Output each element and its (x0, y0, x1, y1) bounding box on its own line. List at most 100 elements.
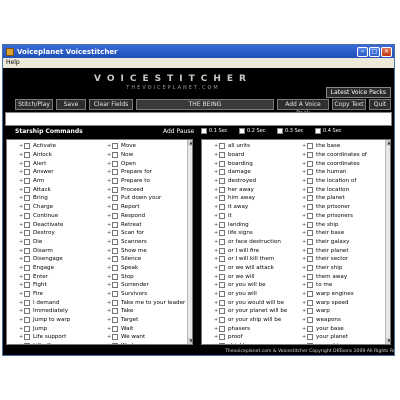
list-item[interactable]: + Put down your (107, 194, 185, 203)
item-checkbox[interactable] (219, 212, 225, 219)
pause-option[interactable]: 0.1 Sec (201, 128, 228, 134)
item-checkbox[interactable] (24, 152, 30, 159)
item-checkbox[interactable] (24, 273, 30, 280)
expand-icon[interactable]: + (302, 230, 306, 236)
item-checkbox[interactable] (307, 343, 313, 344)
list-item[interactable]: + Fire (19, 290, 70, 299)
list-item[interactable]: + Take (107, 307, 185, 316)
expand-icon[interactable]: + (214, 239, 218, 245)
expand-icon[interactable]: + (19, 308, 23, 314)
list-item[interactable]: + your ship (302, 342, 367, 344)
expand-icon[interactable]: + (214, 248, 218, 254)
list-item[interactable]: + to me (302, 281, 367, 290)
right-scrollbar[interactable]: ▲ ▼ (385, 140, 390, 344)
item-checkbox[interactable] (112, 212, 118, 219)
item-checkbox[interactable] (307, 238, 313, 245)
list-item[interactable]: + Show me (107, 246, 185, 255)
list-item[interactable]: + the coordinates of (302, 151, 367, 160)
item-checkbox[interactable] (307, 282, 313, 289)
expand-icon[interactable]: + (107, 291, 111, 297)
expand-icon[interactable]: + (19, 334, 23, 340)
expand-icon[interactable]: + (107, 248, 111, 254)
item-checkbox[interactable] (219, 299, 225, 306)
expand-icon[interactable]: + (107, 265, 111, 271)
item-checkbox[interactable] (112, 160, 118, 167)
expand-icon[interactable]: + (107, 326, 111, 332)
item-checkbox[interactable] (24, 343, 30, 344)
list-item[interactable]: + Disarm (19, 246, 70, 255)
item-checkbox[interactable] (219, 256, 225, 263)
item-checkbox[interactable] (307, 186, 313, 193)
item-checkbox[interactable] (24, 247, 30, 254)
list-item[interactable]: + I demand (19, 298, 70, 307)
expand-icon[interactable]: + (107, 317, 111, 323)
item-checkbox[interactable] (112, 238, 118, 245)
expand-icon[interactable]: + (302, 326, 306, 332)
expand-icon[interactable]: + (107, 334, 111, 340)
list-item[interactable]: + Deactivate (19, 220, 70, 229)
expand-icon[interactable]: + (107, 239, 111, 245)
item-checkbox[interactable] (24, 160, 30, 167)
list-item[interactable]: + the coordinates (302, 159, 367, 168)
item-checkbox[interactable] (307, 212, 313, 219)
expand-icon[interactable]: + (107, 343, 111, 344)
expand-icon[interactable]: + (19, 169, 23, 175)
voice-pack-field[interactable]: THE BEING (136, 99, 274, 110)
list-item[interactable]: + damage (214, 168, 287, 177)
item-checkbox[interactable] (307, 317, 313, 324)
item-checkbox[interactable] (24, 212, 30, 219)
expand-icon[interactable]: + (302, 317, 306, 323)
expand-icon[interactable]: + (214, 343, 218, 344)
item-checkbox[interactable] (24, 308, 30, 315)
item-checkbox[interactable] (307, 230, 313, 237)
pause-option[interactable]: 0.3 Sec (277, 128, 304, 134)
item-checkbox[interactable] (307, 247, 313, 254)
expand-icon[interactable]: + (302, 187, 306, 193)
expand-icon[interactable]: + (19, 143, 23, 149)
expand-icon[interactable]: + (214, 204, 218, 210)
copy-text-button[interactable]: Copy Text (332, 99, 366, 110)
item-checkbox[interactable] (24, 230, 30, 237)
list-item[interactable]: + weapons (302, 316, 367, 325)
list-item[interactable]: + Silence (107, 255, 185, 264)
expand-icon[interactable]: + (107, 300, 111, 306)
expand-icon[interactable]: + (302, 300, 306, 306)
list-item[interactable]: + Jump (19, 324, 70, 333)
list-item[interactable]: + Move (107, 142, 185, 151)
item-checkbox[interactable] (307, 325, 313, 332)
maximize-icon[interactable]: □ (369, 46, 380, 57)
expand-icon[interactable]: + (107, 256, 111, 262)
item-checkbox[interactable] (112, 308, 118, 315)
list-item[interactable]: + their sector (302, 255, 367, 264)
expand-icon[interactable]: + (214, 169, 218, 175)
expand-icon[interactable]: + (107, 143, 111, 149)
item-checkbox[interactable] (24, 178, 30, 185)
sentence-text-area[interactable] (5, 112, 392, 126)
expand-icon[interactable]: + (19, 343, 23, 344)
item-checkbox[interactable] (307, 264, 313, 271)
expand-icon[interactable]: + (107, 152, 111, 158)
item-checkbox[interactable] (112, 264, 118, 271)
list-item[interactable]: + board (214, 151, 287, 160)
item-checkbox[interactable] (307, 291, 313, 298)
item-checkbox[interactable] (219, 204, 225, 211)
expand-icon[interactable]: + (19, 239, 23, 245)
list-item[interactable]: + warp speed (302, 298, 367, 307)
list-item[interactable]: + the location of (302, 177, 367, 186)
expand-icon[interactable]: + (214, 274, 218, 280)
expand-icon[interactable]: + (302, 161, 306, 167)
list-item[interactable]: + Die (19, 238, 70, 247)
list-item[interactable]: + him away (214, 194, 287, 203)
item-checkbox[interactable] (219, 230, 225, 237)
item-checkbox[interactable] (112, 282, 118, 289)
list-item[interactable]: + Lift off (19, 342, 70, 344)
expand-icon[interactable]: + (302, 334, 306, 340)
item-checkbox[interactable] (219, 186, 225, 193)
list-item[interactable]: + Scanners (107, 238, 185, 247)
list-item[interactable]: + Retreat (107, 220, 185, 229)
phrases-list-panel[interactable]: + all units + board + boarding + damage + destroy… (201, 139, 391, 345)
list-item[interactable]: + Life support (19, 333, 70, 342)
list-item[interactable]: + Airlock (19, 151, 70, 160)
list-item[interactable]: + or face destruction (214, 238, 287, 247)
list-item[interactable]: + their base (302, 229, 367, 238)
